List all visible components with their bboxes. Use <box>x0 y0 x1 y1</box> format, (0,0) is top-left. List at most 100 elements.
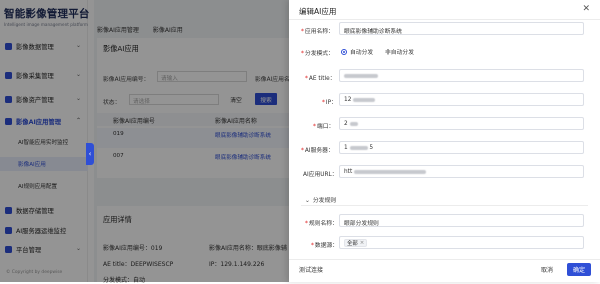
database-icon <box>5 42 12 50</box>
drawer-divider <box>289 19 600 20</box>
sidebar-subitem-ai-monitor[interactable]: AI智能应用实时监控 <box>0 135 88 149</box>
ae-title-input[interactable] <box>339 69 584 82</box>
required-mark: * <box>301 51 304 57</box>
mode-manual-label: 非自动分发 <box>385 50 414 56</box>
ai-server-label: *AI服务器： <box>301 145 334 154</box>
required-mark: * <box>313 124 316 130</box>
detail-code: 影像AI应用编号：019 <box>103 245 163 252</box>
redacted-value <box>349 121 358 126</box>
close-icon[interactable]: ✕ <box>582 4 590 14</box>
app-name-label: *应用名称： <box>301 26 334 35</box>
chevron-left-icon: ‹ <box>88 150 92 158</box>
mode-auto-radio[interactable]: 自动分发 <box>341 47 373 56</box>
settings-icon <box>5 245 12 253</box>
cancel-button[interactable]: 取消 <box>535 263 559 276</box>
app-url-input[interactable]: htt <box>339 165 584 178</box>
app-name-input[interactable]: 眼底影像辅助诊断系统 <box>339 22 584 35</box>
ip-input[interactable]: 12 <box>339 93 584 106</box>
port-label-text: 端口： <box>316 124 335 130</box>
chevron-down-icon: ⌄ <box>305 198 310 204</box>
chevron-up-icon: ⌃ <box>75 117 81 124</box>
rules-section-title: 分发规则 <box>312 198 337 204</box>
chevron-down-icon: ⌄ <box>75 245 81 252</box>
data-source-label: *数据源： <box>311 240 338 249</box>
detail-name: 影像AI应用名称：眼底影像辅 <box>209 245 287 252</box>
app-url-label: AI应用URL： <box>303 169 338 178</box>
sidebar-item-image-ai[interactable]: 影像AI应用管理 ⌃ <box>0 114 88 128</box>
app-name-label-text: 应用名称： <box>304 29 334 35</box>
rule-name-input[interactable]: 眼部分发规则 <box>339 214 584 227</box>
detail-ip: IP：129.1.149.226 <box>209 261 265 268</box>
page-title: 影像AI应用 <box>103 44 139 53</box>
detail-title: 应用详情 <box>103 215 132 224</box>
radio-dot-icon <box>341 48 347 55</box>
storage-icon <box>5 206 12 214</box>
port-input[interactable]: 2 <box>339 117 584 130</box>
ai-server-value-start: 1 <box>344 145 348 151</box>
data-source-tag: 全部 × <box>344 239 368 247</box>
detail-mode: 分发模式：自动 <box>103 277 146 284</box>
drawer-title: 编辑AI应用 <box>299 7 337 16</box>
tab-ai-management[interactable]: 影像AI应用管理 <box>97 25 139 34</box>
test-connection-button[interactable]: 测试连接 <box>295 263 327 276</box>
sidebar-collapse-button[interactable]: ‹ <box>86 143 94 165</box>
mode-label: *分发模式： <box>301 48 334 57</box>
brand-title: 智能影像管理平台 <box>4 8 90 20</box>
sidebar-item-image-assets[interactable]: 影像资产管理 ⌄ <box>0 92 88 106</box>
sidebar-item-ai-server[interactable]: AI服务器运维监控 <box>0 223 88 237</box>
ai-server-label-text: AI服务器： <box>304 148 334 154</box>
table-cell-name[interactable]: 眼底影像辅助诊断系统 <box>215 131 271 139</box>
filter-name-label: 影像AI应用名 <box>255 77 290 83</box>
chevron-down-icon: ⌄ <box>75 95 81 102</box>
detail-ae-title: AE title：DEEPWISESCP <box>103 261 174 268</box>
sidebar-subitem-label: AI规则应用配置 <box>18 184 58 190</box>
sidebar-subitem-ai-rules[interactable]: AI规则应用配置 <box>0 179 88 193</box>
ai-server-select[interactable]: 1 5 <box>339 141 584 154</box>
chevron-down-icon: ⌄ <box>75 71 81 78</box>
folder-icon <box>5 95 12 103</box>
brand: 智能影像管理平台 Intelligent image management pl… <box>0 0 90 27</box>
reset-button[interactable]: 清空 <box>225 94 247 105</box>
rules-divider <box>301 205 588 206</box>
table-cell-name[interactable]: 眼底影像辅助诊断系统 <box>215 153 271 161</box>
sidebar-item-label: AI服务器运维监控 <box>16 227 67 235</box>
app-url-label-text: AI应用URL： <box>303 172 338 178</box>
sidebar-item-label: 数据存储管理 <box>16 207 54 215</box>
ip-label-text: IP： <box>325 100 337 106</box>
confirm-button[interactable]: 确定 <box>567 263 591 276</box>
rules-section-header[interactable]: ⌄ 分发规则 <box>305 195 336 204</box>
required-mark: * <box>301 148 304 154</box>
rule-name-label: *规则名称： <box>305 218 338 227</box>
app-url-value: htt <box>344 169 353 175</box>
sidebar-item-storage[interactable]: 数据存储管理 <box>0 203 88 217</box>
sidebar-item-image-acquisition[interactable]: 影像采集管理 ⌄ <box>0 68 88 82</box>
tag-close-icon[interactable]: × <box>360 240 365 246</box>
ai-server-value-end: 5 <box>369 145 374 151</box>
ai-chip-icon <box>5 117 12 125</box>
brand-subtitle: Intelligent image management platform <box>4 22 89 27</box>
redacted-value <box>353 97 376 102</box>
sidebar-item-platform[interactable]: 平台管理 ⌄ <box>0 242 88 256</box>
sidebar-item-label: 影像AI应用管理 <box>16 118 61 126</box>
sidebar-item-label: 平台管理 <box>16 246 42 254</box>
footer-divider <box>289 259 600 260</box>
data-source-select[interactable]: 全部 × <box>339 236 584 249</box>
rule-name-label-text: 规则名称： <box>308 221 338 227</box>
sidebar-subitem-image-ai-app[interactable]: 影像AI应用 <box>0 157 88 171</box>
tab-image-ai-app[interactable]: 影像AI应用 <box>153 25 183 34</box>
camera-icon <box>5 71 12 79</box>
search-button[interactable]: 搜索 <box>255 93 277 105</box>
data-source-label-text: 数据源： <box>314 243 339 249</box>
mode-manual-radio[interactable]: 非自动分发 <box>385 47 414 56</box>
required-mark: * <box>311 243 314 249</box>
table-header-code: 影像AI应用编号 <box>113 118 155 125</box>
app-root: 智能影像管理平台 Intelligent image management pl… <box>0 0 600 284</box>
filter-code-input[interactable]: 请输入 <box>157 71 247 82</box>
filter-status-select[interactable]: 请选择 <box>129 94 219 105</box>
redacted-value <box>344 73 378 78</box>
table-header-name: 影像AI应用名称 <box>215 118 257 125</box>
port-label: *端口： <box>313 121 334 130</box>
ip-value: 12 <box>344 97 352 103</box>
sidebar-item-image-data[interactable]: 影像数据管理 ⌄ <box>0 39 88 53</box>
redacted-value <box>354 169 427 174</box>
